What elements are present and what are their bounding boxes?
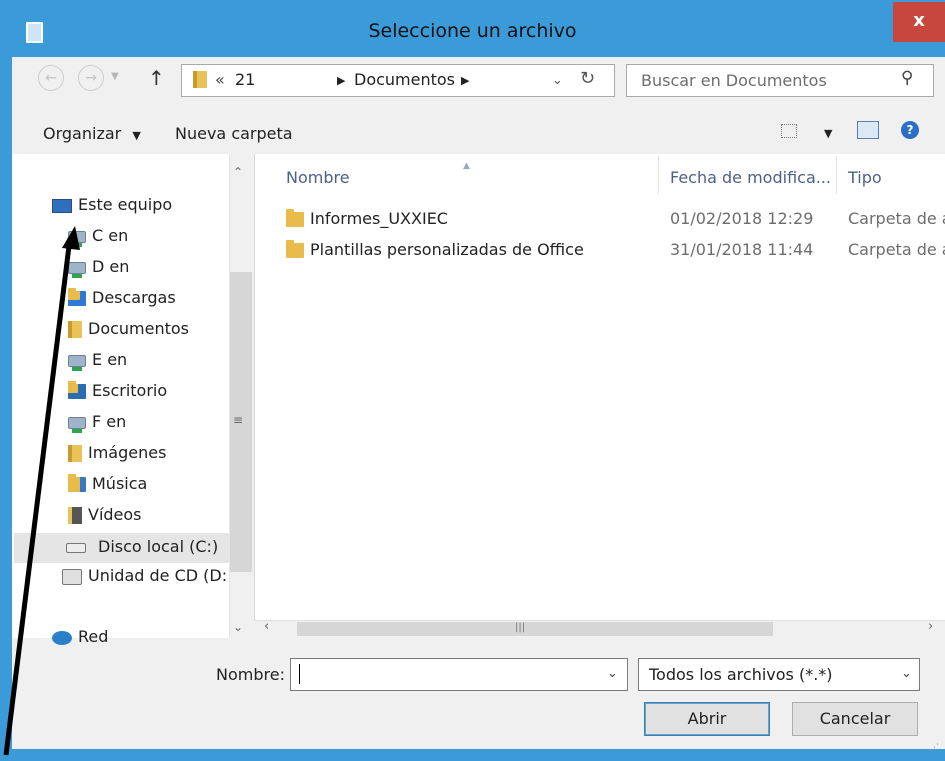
resize-grip-icon[interactable]: ⋰ (930, 743, 939, 753)
sidebar-item-red[interactable]: Red (52, 627, 108, 646)
hard-drive-icon (66, 543, 86, 553)
pictures-folder-icon (68, 445, 82, 462)
horizontal-scroll-thumb[interactable] (297, 622, 773, 636)
scroll-grip-icon: ≡ (233, 413, 244, 427)
sidebar-item-e[interactable]: E en (68, 350, 127, 371)
folder-icon (286, 209, 304, 227)
column-header-nombre[interactable]: Nombre (286, 168, 350, 187)
chevron-down-icon[interactable]: ⌄ (901, 666, 912, 681)
file-type-filter[interactable]: Todos los archivos (*.*) ⌄ (638, 658, 920, 691)
help-icon[interactable]: ? (901, 121, 919, 139)
file-name-field[interactable]: ⌄ (290, 658, 628, 691)
column-divider[interactable] (658, 156, 659, 194)
breadcrumb-21[interactable]: 21 (235, 70, 255, 89)
downloads-folder-icon (68, 288, 86, 306)
up-icon[interactable]: ↑ (148, 66, 165, 90)
sidebar-item-este-equipo[interactable]: Este equipo (52, 195, 172, 214)
refresh-icon[interactable]: ↻ (580, 68, 595, 89)
sidebar-item-unidad-cd[interactable]: Unidad de CD (D: (62, 566, 227, 585)
desktop-folder-icon (68, 381, 86, 399)
column-header-fecha[interactable]: Fecha de modifica... (670, 168, 831, 187)
sidebar-item-c[interactable]: C en (68, 226, 128, 247)
chevron-down-icon[interactable]: ⌄ (607, 666, 618, 681)
scroll-up-icon[interactable]: ⌃ (233, 165, 243, 179)
column-divider[interactable] (836, 156, 837, 194)
sort-ascending-icon: ▲ (463, 161, 470, 171)
sidebar-item-musica[interactable]: Música (68, 474, 147, 493)
address-dropdown-icon[interactable]: ⌄ (552, 73, 563, 88)
recent-locations-icon[interactable]: ▼ (111, 71, 119, 82)
file-row-date: 01/02/2018 12:29 (670, 209, 814, 228)
search-placeholder: Buscar en Documentos (641, 71, 827, 90)
address-bar[interactable]: « 21 ▶ Documentos ▶ ⌄ ↻ (181, 64, 615, 97)
breadcrumb-separator-icon[interactable]: ▶ (461, 74, 469, 87)
file-row-plantillas[interactable]: Plantillas personalizadas de Office (286, 240, 584, 259)
organize-menu[interactable]: Organizar ▼ (43, 124, 141, 143)
view-details-icon[interactable] (781, 124, 797, 138)
file-type-filter-value: Todos los archivos (*.*) (649, 665, 833, 684)
column-header-tipo[interactable]: Tipo (848, 168, 882, 187)
open-button[interactable]: Abrir (644, 702, 770, 736)
sidebar-item-escritorio[interactable]: Escritorio (68, 381, 167, 400)
preview-pane-icon[interactable] (857, 121, 879, 139)
breadcrumb-separator-icon[interactable]: ▶ (337, 74, 345, 87)
sidebar-item-d[interactable]: D en (68, 257, 129, 278)
folder-icon (286, 240, 304, 258)
file-row-type: Carpeta de a (848, 209, 945, 228)
sidebar-item-descargas[interactable]: Descargas (68, 288, 176, 307)
network-drive-icon (68, 416, 86, 433)
chevron-down-icon: ▼ (132, 129, 141, 142)
new-folder-button[interactable]: Nueva carpeta (175, 124, 293, 143)
network-drive-icon (68, 354, 86, 371)
documents-folder-icon (68, 321, 82, 338)
breadcrumb-overflow[interactable]: « (215, 70, 225, 89)
sidebar-item-imagenes[interactable]: Imágenes (68, 443, 166, 462)
network-drive-icon (68, 261, 86, 278)
organize-label: Organizar (43, 124, 122, 143)
scroll-grip-icon: ||| (515, 622, 526, 633)
search-icon[interactable]: ⚲ (901, 68, 913, 88)
file-row-date: 31/01/2018 11:44 (670, 240, 814, 259)
view-options-chevron-icon[interactable]: ▼ (824, 127, 832, 140)
file-name-label: Nombre: (216, 665, 285, 684)
videos-folder-icon (68, 507, 82, 524)
sidebar-item-f[interactable]: F en (68, 412, 126, 433)
scroll-right-icon[interactable]: › (928, 619, 933, 634)
computer-icon (52, 198, 72, 213)
close-button[interactable]: x (893, 2, 945, 42)
cd-drive-icon (62, 568, 82, 585)
forward-icon[interactable]: → (78, 65, 104, 91)
music-folder-icon (68, 474, 86, 492)
documents-folder-icon (193, 71, 207, 88)
window-title: Seleccione un archivo (368, 20, 577, 42)
scroll-left-icon[interactable]: ‹ (264, 619, 269, 634)
network-drive-icon (68, 230, 86, 247)
sidebar-item-videos[interactable]: Vídeos (68, 505, 142, 524)
file-row-type: Carpeta de a (848, 240, 945, 259)
back-icon[interactable]: ← (38, 65, 64, 91)
file-row-informes[interactable]: Informes_UXXIEC (286, 209, 448, 228)
scroll-down-icon[interactable]: ⌄ (233, 620, 243, 634)
text-cursor (299, 664, 300, 684)
network-icon (52, 630, 72, 645)
sidebar-item-disco-local[interactable]: Disco local (C:) (14, 533, 229, 563)
cancel-button[interactable]: Cancelar (792, 702, 918, 736)
breadcrumb-documentos[interactable]: Documentos (354, 70, 455, 89)
search-input[interactable]: Buscar en Documentos ⚲ (626, 64, 934, 97)
sidebar-item-documentos[interactable]: Documentos (68, 319, 189, 338)
